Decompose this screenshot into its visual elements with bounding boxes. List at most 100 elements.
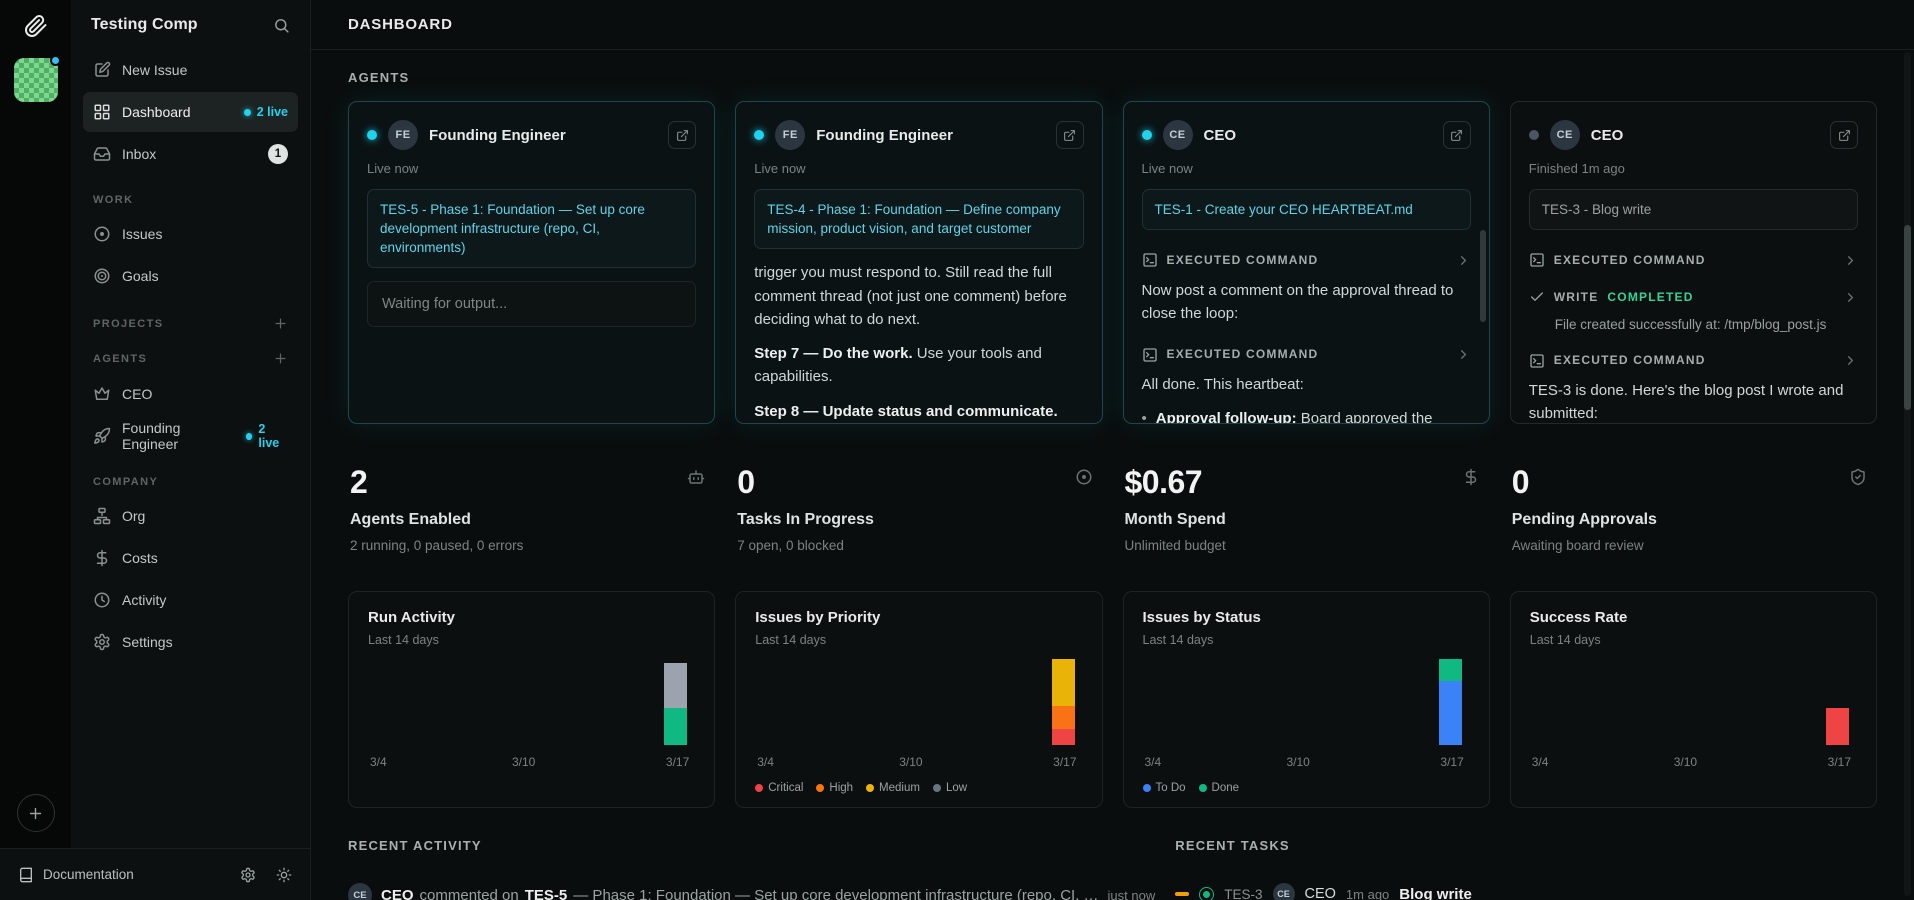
stat-value: 0: [1511, 464, 1530, 500]
open-agent-button[interactable]: [1830, 121, 1858, 149]
task-link[interactable]: TES-5 - Phase 1: Foundation — Set up cor…: [367, 189, 697, 269]
sidebar-item-ceo[interactable]: CEO: [83, 374, 298, 414]
stat-pending-approvals: 0 Pending Approvals Awaiting board revie…: [1510, 460, 1877, 557]
terminal-icon: [1529, 353, 1545, 369]
chart-title: Run Activity: [368, 609, 455, 626]
agent-avatar: CE: [1162, 120, 1193, 150]
bar-chart-plot: [755, 650, 1082, 745]
write-completed-row[interactable]: WRITE COMPLETED: [1529, 279, 1858, 316]
check-icon: [1529, 289, 1545, 305]
agent-name: CEO: [1590, 126, 1624, 144]
activity-row[interactable]: CE CEO commented on TES-5 — Phase 1: Fou…: [348, 869, 1155, 900]
terminal-icon: [1142, 347, 1158, 363]
open-agent-button[interactable]: [668, 121, 697, 149]
chart-legend: Critical High Medium Low: [755, 782, 967, 794]
app-root: Testing Comp New Issue Dashboard 2 live …: [0, 0, 1914, 900]
external-link-icon: [676, 129, 689, 142]
external-link-icon: [1063, 129, 1076, 142]
footer-settings-icon[interactable]: [240, 867, 256, 883]
company-name: Testing Comp: [91, 16, 198, 33]
sidebar-footer: Documentation: [0, 848, 310, 900]
sidebar-item-costs[interactable]: Costs: [83, 538, 298, 578]
sidebar-item-new-issue[interactable]: New Issue: [83, 50, 298, 90]
x-axis-ticks: 3/4 3/10 3/17: [757, 755, 1077, 769]
agent-avatar: FE: [775, 120, 806, 150]
documentation-link[interactable]: Documentation: [18, 867, 134, 883]
chevron-right-icon: [1456, 253, 1471, 268]
card-scrollbar[interactable]: [1479, 230, 1486, 322]
activity-action: commented on: [419, 886, 519, 900]
section-work: WORK: [93, 194, 134, 206]
stat-label: Pending Approvals: [1511, 511, 1657, 528]
agent-output-stream[interactable]: trigger you must respond to. Still read …: [754, 261, 1083, 423]
gear-icon: [93, 633, 111, 651]
executed-command-row[interactable]: EXECUTED COMMAND: [1142, 336, 1471, 373]
external-link-icon: [1450, 129, 1463, 142]
page-scrollbar[interactable]: [1904, 52, 1911, 896]
actor-name: CEO: [381, 886, 414, 900]
executed-command-row[interactable]: EXECUTED COMMAND: [1142, 242, 1471, 279]
agent-output-stream[interactable]: EXECUTED COMMAND Now post a comment on t…: [1142, 242, 1471, 423]
sidebar-item-org[interactable]: Org: [83, 496, 298, 536]
sidebar-item-label: Dashboard: [122, 104, 191, 120]
chart-legend: To Do Done: [1142, 782, 1239, 794]
chart-run-activity: Run Activity Last 14 days 3/4 3/10 3/17: [348, 591, 716, 808]
recent-tasks-section: RECENT TASKS TES-3 CE CEO 1m ago Blog wr…: [1175, 838, 1877, 900]
rocket-icon: [93, 427, 111, 445]
sidebar-item-label: Founding Engineer: [122, 420, 181, 452]
stat-agents-enabled: 2 Agents Enabled 2 running, 0 paused, 0 …: [348, 460, 715, 557]
left-panel: Testing Comp New Issue Dashboard 2 live …: [0, 0, 311, 900]
sidebar-item-activity[interactable]: Activity: [83, 580, 298, 620]
task-link[interactable]: TES-4 - Phase 1: Foundation — Define com…: [754, 189, 1084, 250]
stacked-bar: [1051, 659, 1075, 745]
live-dot-icon: [243, 108, 251, 116]
actor-avatar: CE: [1272, 883, 1295, 900]
finished-status-dot: [1528, 130, 1539, 140]
chevron-right-icon: [1456, 347, 1471, 362]
add-workspace-button[interactable]: [16, 794, 55, 832]
sidebar-item-issues[interactable]: Issues: [83, 214, 298, 254]
task-link[interactable]: TES-1 - Create your CEO HEARTBEAT.md: [1141, 189, 1471, 231]
live-status-dot: [1141, 130, 1152, 140]
open-agent-button[interactable]: [1442, 121, 1471, 149]
app-logo[interactable]: [24, 14, 48, 38]
open-agent-button[interactable]: [1055, 121, 1084, 149]
chart-subtitle: Last 14 days: [368, 633, 439, 647]
sidebar-item-dashboard[interactable]: Dashboard 2 live: [83, 92, 298, 132]
chart-issues-by-status: Issues by Status Last 14 days 3/4 3/10 3/1…: [1122, 591, 1490, 808]
issue-link[interactable]: TES-5: [525, 887, 568, 900]
main-header: DASHBOARD: [311, 0, 1914, 50]
sidebar-item-inbox[interactable]: Inbox 1: [83, 134, 298, 174]
executed-command-row[interactable]: EXECUTED COMMAND: [1529, 242, 1858, 279]
add-agent-icon[interactable]: [273, 351, 288, 366]
medium-priority-icon: [1175, 892, 1190, 896]
sidebar-item-label: Goals: [122, 268, 159, 284]
actor-avatar: CE: [348, 883, 372, 900]
workspace-avatar[interactable]: [13, 55, 61, 102]
stats-row: 2 Agents Enabled 2 running, 0 paused, 0 …: [348, 460, 1877, 557]
section-projects: PROJECTS: [93, 316, 288, 331]
stat-sub: 7 open, 0 blocked: [737, 538, 844, 553]
sidebar-item-label: Costs: [122, 550, 158, 566]
sidebar-item-founding-engineer[interactable]: Founding Engineer 2 live: [83, 416, 298, 456]
agent-status-label: Finished 1m ago: [1528, 161, 1625, 176]
executed-command-row[interactable]: EXECUTED COMMAND: [1529, 342, 1858, 379]
sidebar-item-goals[interactable]: Goals: [83, 256, 298, 296]
theme-toggle-icon[interactable]: [276, 867, 292, 883]
dollar-icon: [93, 549, 111, 567]
sidebar-item-settings[interactable]: Settings: [83, 622, 298, 662]
agent-status-label: Live now: [367, 161, 419, 176]
agent-card: FE Founding Engineer Live now TES-4 - Ph…: [735, 101, 1103, 424]
task-link[interactable]: TES-3 - Blog write: [1528, 189, 1858, 231]
search-icon[interactable]: [273, 17, 290, 34]
add-project-icon[interactable]: [273, 316, 288, 331]
task-row[interactable]: TES-3 CE CEO 1m ago Blog write: [1175, 869, 1877, 900]
agent-output-stream[interactable]: EXECUTED COMMAND WRITE COMPLETED File cr…: [1529, 242, 1858, 423]
scrollbar-thumb[interactable]: [1904, 225, 1911, 410]
recent-activity-section: RECENT ACTIVITY CE CEO commented on TES-…: [348, 838, 1155, 900]
stat-sub: Awaiting board review: [1511, 538, 1644, 553]
legend-dot-icon: [1198, 784, 1207, 792]
circle-dot-icon: [93, 225, 111, 243]
clock-icon: [93, 591, 111, 609]
completed-badge: COMPLETED: [1607, 289, 1694, 304]
